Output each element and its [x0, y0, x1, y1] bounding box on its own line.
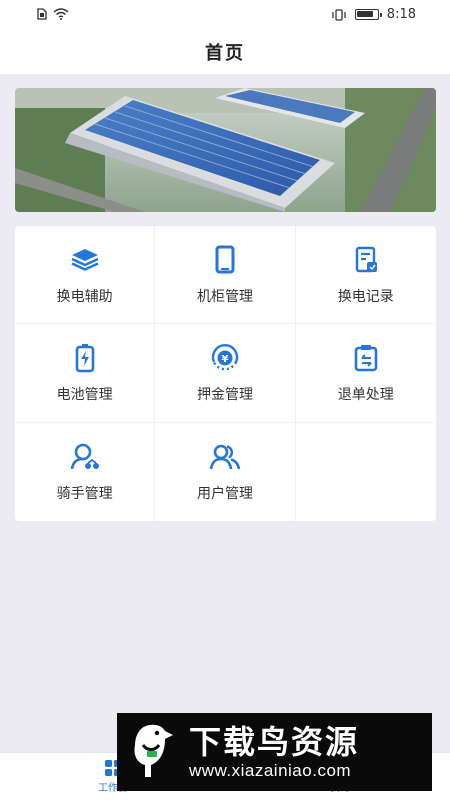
menu-item-label: 用户管理: [196, 485, 253, 502]
banner-image[interactable]: [15, 88, 436, 212]
status-left: [37, 8, 69, 20]
menu-item-label: 机柜管理: [196, 288, 253, 305]
menu-item-label: 换电记录: [337, 288, 394, 305]
watermark-title: 下载鸟资源: [189, 723, 360, 761]
status-time: 8:18: [386, 7, 416, 22]
menu-item-deposit[interactable]: ¥ 押金管理: [155, 324, 296, 423]
menu-item-label: 押金管理: [196, 386, 253, 403]
record-icon: [355, 246, 377, 272]
status-right: 8:18: [331, 7, 416, 22]
battery-icon: [354, 9, 382, 20]
menu-item-swap-records[interactable]: 换电记录: [295, 226, 436, 325]
menu-item-empty: [296, 423, 436, 521]
menu-item-cabinet[interactable]: 机柜管理: [155, 226, 296, 325]
menu-item-battery[interactable]: 电池管理: [15, 324, 156, 423]
watermark-text: 下载鸟资源 www.xiazainiao.com: [189, 723, 359, 781]
bird-logo-icon: [134, 724, 173, 777]
menu-item-label: 退单处理: [337, 386, 394, 403]
deposit-icon: ¥: [211, 344, 239, 371]
menu-item-label: 换电辅助: [56, 288, 113, 305]
watermark-overlay: 下载鸟资源 www.xiazainiao.com: [117, 713, 432, 791]
layers-icon: [71, 248, 99, 271]
menu-item-label: 电池管理: [56, 386, 113, 403]
vibrate-icon: [332, 8, 346, 21]
battery-icon: [75, 343, 94, 373]
function-grid: 换电辅助 机柜管理 换电记录 电池管理 ¥ 押金管理 退单处理 骑手管理 用户管…: [15, 226, 436, 521]
status-bar: 8:18: [0, 0, 450, 30]
page-title: 首页: [205, 43, 245, 64]
menu-item-swap-assist[interactable]: 换电辅助: [15, 226, 156, 325]
watermark-url: www.xiazainiao.com: [189, 761, 352, 780]
svg-text:¥: ¥: [222, 354, 229, 365]
wifi-icon: [53, 8, 69, 20]
refund-icon: [354, 344, 378, 372]
users-icon: [209, 444, 241, 470]
menu-item-rider[interactable]: 骑手管理: [15, 422, 156, 521]
menu-item-refund[interactable]: 退单处理: [295, 324, 436, 423]
banner-illustration: [15, 88, 436, 212]
rider-icon: [70, 443, 99, 470]
nav-bar: 首页: [0, 30, 450, 74]
menu-item-label: 骑手管理: [56, 485, 113, 502]
sim-card-icon: [37, 8, 47, 20]
menu-item-users[interactable]: 用户管理: [155, 422, 296, 521]
cabinet-icon: [215, 245, 235, 274]
